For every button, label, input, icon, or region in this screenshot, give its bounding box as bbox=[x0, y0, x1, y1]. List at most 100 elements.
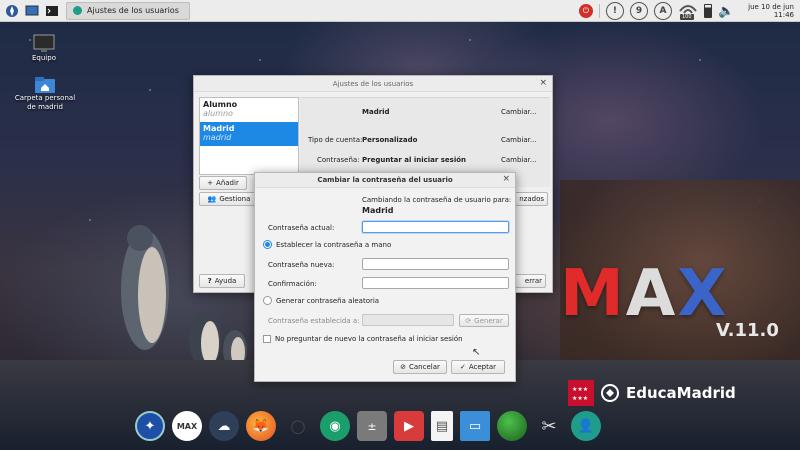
generated-password-field bbox=[362, 314, 454, 326]
computer-icon bbox=[33, 34, 55, 52]
cloud-icon: ☁ bbox=[217, 418, 231, 434]
generate-button[interactable]: ⟳ Generar bbox=[459, 314, 509, 327]
max-inside-icon: MAX bbox=[176, 421, 198, 431]
aperture-icon: ◉ bbox=[329, 418, 341, 434]
accept-button[interactable]: ✓ Aceptar bbox=[451, 360, 505, 374]
dock-item-aperture[interactable]: ◉ bbox=[320, 411, 350, 441]
max-logo-a: A bbox=[625, 257, 678, 331]
desktop-icon-label: Equipo bbox=[32, 54, 56, 62]
generate-label: Generar bbox=[474, 316, 503, 325]
user-list-item-alumno[interactable]: Alumno alumno bbox=[200, 98, 298, 122]
plus-icon: + bbox=[207, 179, 214, 187]
max-logo-m: M bbox=[560, 257, 626, 331]
dock-item-calculator[interactable]: ± bbox=[357, 411, 387, 441]
search-icon: ○ bbox=[290, 415, 306, 437]
change-account-type-link[interactable]: Cambiar... bbox=[501, 136, 537, 144]
dock-item-cloud[interactable]: ☁ bbox=[209, 411, 239, 441]
wifi-icon[interactable]: 100 bbox=[678, 3, 698, 20]
password-value: Preguntar al iniciar sesión bbox=[362, 156, 467, 164]
volume-icon[interactable]: 🔈 bbox=[718, 4, 734, 19]
desktop-icon-home-folder[interactable]: Carpeta personal de madrid bbox=[8, 76, 82, 112]
power-red-icon[interactable]: ⏻ bbox=[578, 4, 593, 18]
home-folder-icon bbox=[35, 77, 55, 93]
confirm-password-input[interactable] bbox=[362, 277, 509, 289]
dock-item-users[interactable]: 👤 bbox=[571, 411, 601, 441]
system-tray: ⏻ ! 9 A 100 🔈 jue 10 de jun 11:46 bbox=[578, 0, 800, 22]
dock-item-text-editor[interactable]: ▤ bbox=[431, 411, 453, 441]
dialog-title: Cambiar la contraseña del usuario bbox=[317, 176, 453, 184]
max-version: V.11.0 bbox=[716, 320, 779, 341]
comunidad-madrid-flag-icon: ★★★ ★★★ bbox=[568, 380, 594, 406]
dock-item-menu[interactable]: ✦ bbox=[135, 411, 165, 441]
user-settings-icon bbox=[73, 6, 82, 15]
firefox-icon: 🦊 bbox=[252, 418, 270, 434]
manual-password-radio[interactable] bbox=[263, 240, 272, 249]
cancel-label: Cancelar bbox=[408, 363, 440, 371]
dock: ✦ MAX ☁ 🦊 ○ ◉ ± ▶ ▤ ▭ ✂ 👤 bbox=[135, 408, 601, 444]
tools-icon: ✂ bbox=[541, 415, 557, 437]
user-settings-titlebar[interactable]: Ajustes de los usuarios × bbox=[194, 76, 552, 92]
clock[interactable]: jue 10 de jun 11:46 bbox=[748, 3, 794, 19]
close-icon[interactable]: × bbox=[502, 174, 510, 184]
manage-groups-button[interactable]: 👥 Gestiona bbox=[199, 192, 259, 206]
user-list-item-madrid[interactable]: Madrid madrid bbox=[200, 122, 298, 146]
change-password-dialog: Cambiar la contraseña del usuario × Camb… bbox=[254, 172, 516, 382]
dialog-titlebar[interactable]: Cambiar la contraseña del usuario × bbox=[255, 173, 515, 188]
no-ask-label[interactable]: No preguntar de nuevo la contraseña al i… bbox=[275, 335, 463, 343]
mouse-cursor-icon: ↖ bbox=[472, 347, 481, 358]
educamadrid-label: EducaMadrid bbox=[626, 384, 736, 402]
dock-item-max-inside[interactable]: MAX bbox=[172, 411, 202, 441]
add-user-button[interactable]: + Añadir bbox=[199, 176, 247, 190]
manual-password-label[interactable]: Establecer la contraseña a mano bbox=[276, 241, 391, 249]
taskbar-item-user-settings[interactable]: Ajustes de los usuarios bbox=[66, 1, 190, 20]
menu-icon[interactable] bbox=[4, 3, 20, 19]
change-password-link[interactable]: Cambiar... bbox=[501, 156, 537, 164]
notification-count-icon[interactable]: 9 bbox=[629, 2, 648, 20]
clock-date: jue 10 de jun bbox=[748, 3, 794, 11]
no-ask-checkbox[interactable] bbox=[263, 335, 271, 343]
top-panel: Ajustes de los usuarios ⏻ ! 9 A 100 🔈 ju… bbox=[0, 0, 800, 22]
random-password-label[interactable]: Generar contraseña aleatoria bbox=[276, 297, 379, 305]
dock-item-search[interactable]: ○ bbox=[283, 411, 313, 441]
password-label: Contraseña: bbox=[317, 156, 360, 164]
dock-item-tools[interactable]: ✂ bbox=[534, 411, 564, 441]
show-desktop-icon[interactable] bbox=[24, 3, 40, 19]
keyboard-layout-icon[interactable]: A bbox=[653, 2, 672, 20]
taskbar-item-label: Ajustes de los usuarios bbox=[87, 6, 179, 15]
educamadrid-icon bbox=[601, 384, 619, 402]
dock-item-window-manager[interactable]: ▭ bbox=[460, 411, 490, 441]
random-password-radio[interactable] bbox=[263, 296, 272, 305]
user-login: alumno bbox=[203, 109, 233, 118]
help-icon: ? bbox=[207, 277, 212, 285]
window-title: Ajustes de los usuarios bbox=[332, 79, 414, 88]
dock-item-globe[interactable] bbox=[497, 411, 527, 441]
user-name: Alumno bbox=[203, 100, 238, 109]
change-name-link[interactable]: Cambiar... bbox=[501, 108, 537, 116]
changing-for-user: Madrid bbox=[362, 206, 394, 215]
detail-user-name: Madrid bbox=[362, 108, 390, 116]
add-user-label: Añadir bbox=[216, 179, 239, 187]
document-icon: ▤ bbox=[435, 418, 449, 434]
help-button[interactable]: ? Ayuda bbox=[199, 274, 245, 288]
dock-item-firefox[interactable]: 🦊 bbox=[246, 411, 276, 441]
generate-icon: ⟳ bbox=[465, 316, 472, 325]
check-icon: ✓ bbox=[459, 363, 466, 371]
group-icon: 👥 bbox=[207, 195, 217, 203]
current-password-input[interactable] bbox=[362, 221, 509, 233]
new-password-input[interactable] bbox=[362, 258, 509, 270]
new-password-label: Contraseña nueva: bbox=[268, 261, 335, 269]
close-icon[interactable]: × bbox=[539, 78, 547, 88]
window-icon: ▭ bbox=[468, 418, 482, 434]
dock-item-screen-recorder[interactable]: ▶ bbox=[394, 411, 424, 441]
educamadrid-logo: ★★★ ★★★ EducaMadrid bbox=[568, 380, 736, 406]
manage-groups-label: Gestiona bbox=[219, 195, 251, 203]
desktop-icon-computer[interactable]: Equipo bbox=[24, 34, 64, 62]
accept-label: Aceptar bbox=[468, 363, 497, 371]
battery-icon[interactable] bbox=[703, 4, 712, 18]
menu-star-icon: ✦ bbox=[144, 418, 156, 434]
terminal-icon[interactable] bbox=[44, 3, 60, 19]
cancel-button[interactable]: ⊘ Cancelar bbox=[393, 360, 447, 374]
alert-icon[interactable]: ! bbox=[605, 2, 624, 20]
desktop-icon-label: Carpeta personal de madrid bbox=[14, 94, 76, 111]
confirm-password-label: Confirmación: bbox=[268, 280, 317, 288]
